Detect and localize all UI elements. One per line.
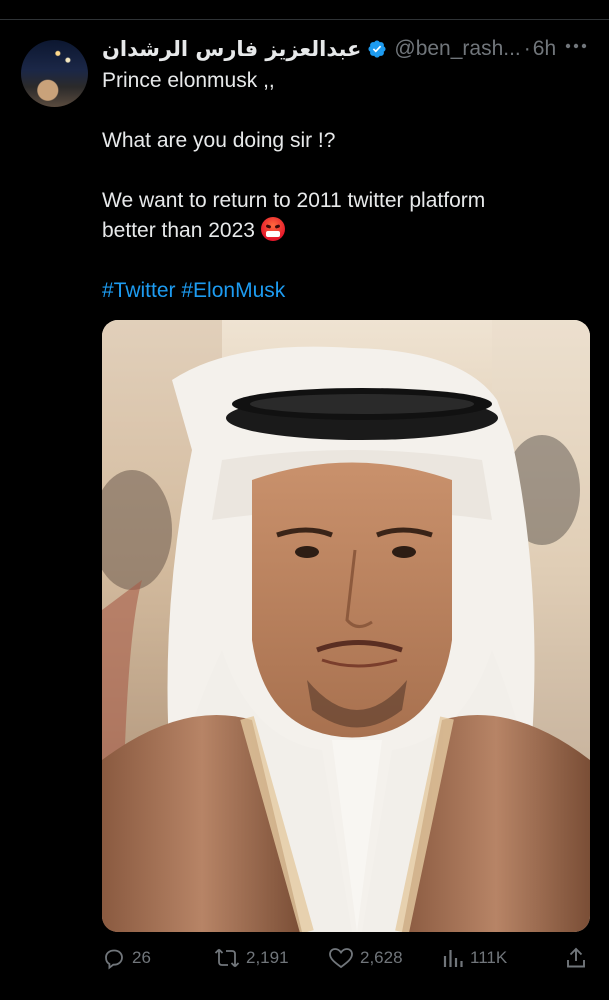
views-count: 111K [470,948,508,967]
angry-face-emoji [260,217,285,241]
reply-button[interactable]: 26 [102,944,151,972]
views-button[interactable]: 111K [442,944,507,972]
retweet-count: 2,191 [246,948,289,967]
avatar[interactable] [21,40,88,107]
reply-icon [102,946,126,970]
timestamp[interactable]: 6h [533,37,556,61]
display-name[interactable]: عبدالعزيز فارس الرشدان [102,37,361,61]
top-divider [0,19,609,20]
retweet-button[interactable]: 2,191 [214,944,289,972]
tweet-line: Prince elonmusk ,, [102,69,275,92]
tweet-photo[interactable] [102,320,590,932]
tweet-header: عبدالعزيز فارس الرشدان @ben_rash... · 6h [102,33,556,65]
views-icon [442,946,464,970]
hashtags-line: #Twitter #ElonMusk [102,276,572,306]
more-icon[interactable] [562,36,590,56]
share-icon [564,946,588,970]
hashtag-elonmusk[interactable]: #ElonMusk [181,279,285,302]
separator-dot: · [523,37,531,60]
tweet-text: Prince elonmusk ,, What are you doing si… [102,66,572,306]
share-button[interactable] [564,944,588,972]
retweet-icon [214,946,240,970]
like-count: 2,628 [360,948,403,967]
action-bar: 26 2,191 2,628 111K [100,944,592,972]
tweet-line: What are you doing sir !? [102,129,336,152]
like-icon [328,946,354,970]
user-handle[interactable]: @ben_rash... [394,37,520,61]
like-button[interactable]: 2,628 [328,944,403,972]
tweet-line: We want to return to 2011 twitter platfo… [102,189,486,212]
hashtag-twitter[interactable]: #Twitter [102,279,176,302]
verified-badge-icon [367,39,387,59]
tweet-line: better than 2023 [102,219,255,242]
tweet-line-with-emoji: better than 2023 [102,216,572,246]
reply-count: 26 [132,948,151,967]
